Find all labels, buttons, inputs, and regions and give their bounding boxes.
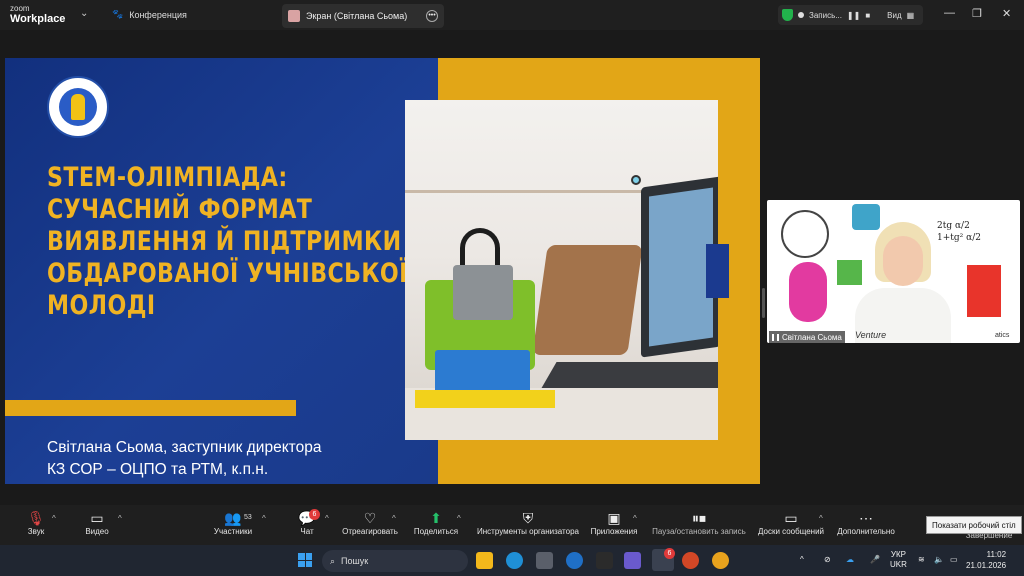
meeting-toolbar: 🎙 Звук ^ ▭ Видео ^ 👥 Участники 53 ^ 💬 Ча… (0, 505, 1024, 545)
pause-record-button[interactable]: ⏸⏹ Пауза/остановить запись (650, 509, 748, 536)
screen-tab-label: Экран (Світлана Сьома) (306, 11, 408, 21)
chevron-up-icon[interactable]: ^ (819, 514, 823, 523)
edge-icon[interactable] (506, 552, 523, 569)
battery-icon[interactable]: ▭ (950, 555, 958, 565)
heart-icon: ♡ (363, 510, 377, 526)
conference-button[interactable]: 🐾 Конференция (112, 9, 187, 20)
paw-icon: 🐾 (112, 9, 124, 19)
chevron-up-icon[interactable]: ^ (325, 514, 329, 523)
app-badge: 6 (664, 548, 675, 559)
pause-icon[interactable]: ❚❚ (847, 11, 860, 20)
teams-icon[interactable] (624, 552, 641, 569)
more-icon[interactable]: ••• (426, 10, 438, 22)
video-button[interactable]: ▭ Видео (82, 509, 112, 536)
divider-bar (5, 400, 296, 416)
atom-icon (781, 210, 829, 258)
chevron-up-icon[interactable]: ^ (118, 514, 122, 523)
participant-video[interactable]: 2tg α/2 1+tg² α/2 Venture atics Світлана… (767, 200, 1020, 343)
chevron-up-icon[interactable]: ^ (633, 514, 637, 523)
chevron-up-icon[interactable]: ^ (457, 514, 461, 523)
share-screen-icon: ⬆ (430, 510, 442, 526)
tooltip: Показати робочий стіл (926, 516, 1022, 534)
cursor-icon (631, 175, 641, 185)
title-line: ОБДАРОВАНОЇ УЧНІВСЬКОЇ (47, 258, 408, 289)
formula: 2tg α/2 1+tg² α/2 (937, 221, 981, 243)
title-line: ВИЯВЛЕННЯ Й ПІДТРИМКИ (47, 226, 402, 257)
whiteboards-button[interactable]: ▭ Доски сообщений (756, 509, 826, 536)
language-indicator[interactable]: УКР UKR (890, 550, 907, 570)
start-icon[interactable] (298, 553, 312, 567)
notifications-off-icon[interactable]: ⊘ (824, 555, 831, 565)
shield-icon: ⛨ (522, 510, 534, 526)
store-icon[interactable] (536, 552, 553, 569)
powerpoint-icon[interactable] (682, 552, 699, 569)
avatar (288, 10, 300, 22)
clock[interactable]: 11:02 21.01.2026 (966, 549, 1006, 571)
cloud-icon[interactable]: ☁ (846, 555, 854, 565)
taskbar: ⌕ Пошук 6 ^ ⊘ ☁ 🎤 УКР UKR ≋ 🔈 ▭ 11:02 21… (0, 545, 1024, 576)
institution-logo (47, 76, 109, 138)
view-grid-icon[interactable]: ▦ (907, 11, 915, 20)
shield-icon (782, 9, 793, 21)
signal-icon (772, 333, 779, 341)
shared-slide: STEM-ОЛІМПІАДА: СУЧАСНИЙ ФОРМАТ ВИЯВЛЕНН… (5, 58, 760, 484)
recording-status[interactable]: Запись... ❚❚ ■ Вид ▦ (778, 5, 923, 25)
chevron-up-icon[interactable]: ^ (800, 555, 804, 565)
camera-icon: ▭ (90, 510, 104, 526)
close-icon[interactable]: ✕ (1002, 7, 1011, 20)
title-line: СУЧАСНИЙ ФОРМАТ (47, 194, 313, 225)
screen-share-tab[interactable]: Экран (Світлана Сьома) ••• (282, 4, 444, 28)
view-button[interactable]: Вид (887, 11, 901, 20)
title-bar: zoom Workplace ⌄ 🐾 Конференция Экран (Св… (0, 0, 1024, 30)
participant-person (855, 222, 951, 343)
more-button[interactable]: ⋯ Дополнительно (834, 509, 898, 536)
author-block: Світлана Сьома, заступник директора КЗ С… (47, 437, 321, 481)
participant-name-tag: Світлана Сьома (769, 331, 845, 343)
title-line: STEM-ОЛІМПІАДА: (47, 162, 288, 193)
record-label: Запись... (809, 10, 842, 20)
search-icon: ⌕ (330, 555, 336, 566)
title-line: МОЛОДІ (47, 290, 156, 321)
volume-icon[interactable]: 🔈 (934, 555, 944, 565)
brand-big: Workplace (10, 13, 66, 25)
whiteboard-icon: ▭ (784, 510, 798, 526)
file-explorer-icon[interactable] (476, 552, 493, 569)
share-button[interactable]: ⬆ Поделиться (412, 509, 460, 536)
meeting-stage: STEM-ОЛІМПІАДА: СУЧАСНИЙ ФОРМАТ ВИЯВЛЕНН… (0, 30, 1024, 505)
search-input[interactable]: ⌕ Пошук (322, 550, 468, 572)
record-dot-icon (798, 12, 804, 18)
wifi-icon[interactable]: ≋ (918, 555, 925, 565)
hp-icon[interactable] (566, 552, 583, 569)
audio-app-icon[interactable] (596, 552, 613, 569)
conference-label: Конференция (129, 9, 187, 20)
zoom-logo[interactable]: zoom Workplace (10, 4, 66, 25)
restore-icon[interactable]: ❐ (972, 7, 982, 20)
author-line: Світлана Сьома, заступник директора (47, 439, 322, 456)
mic-muted-icon: 🎙 (27, 510, 45, 526)
chat-badge: 6 (309, 509, 320, 520)
minimize-icon[interactable]: — (944, 7, 955, 19)
participants-count: 53 (244, 514, 252, 521)
chrome-icon[interactable] (712, 552, 729, 569)
audio-button[interactable]: 🎙 Звук (22, 509, 50, 536)
stop-icon[interactable]: ■ (865, 11, 870, 20)
chevron-down-icon[interactable]: ⌄ (80, 8, 88, 19)
robot-photo (405, 100, 718, 440)
slide-accent (706, 244, 729, 298)
chevron-up-icon[interactable]: ^ (52, 514, 56, 523)
corner-text: atics (995, 332, 1010, 339)
pause-stop-icon: ⏸⏹ (692, 510, 706, 526)
slide-title: STEM-ОЛІМПІАДА: СУЧАСНИЙ ФОРМАТ ВИЯВЛЕНН… (47, 162, 408, 322)
host-tools-button[interactable]: ⛨ Инструменты организатора (474, 509, 582, 536)
react-button[interactable]: ♡ Отреагировать (340, 509, 400, 536)
resize-handle[interactable] (762, 288, 765, 318)
chevron-up-icon[interactable]: ^ (392, 514, 396, 523)
chevron-up-icon[interactable]: ^ (262, 514, 266, 523)
shirt-text: Venture (855, 330, 887, 340)
author-line: КЗ СОР – ОЦПО та РТМ, к.п.н. (47, 461, 269, 478)
more-icon: ⋯ (859, 510, 873, 526)
mic-icon[interactable]: 🎤 (870, 555, 880, 565)
